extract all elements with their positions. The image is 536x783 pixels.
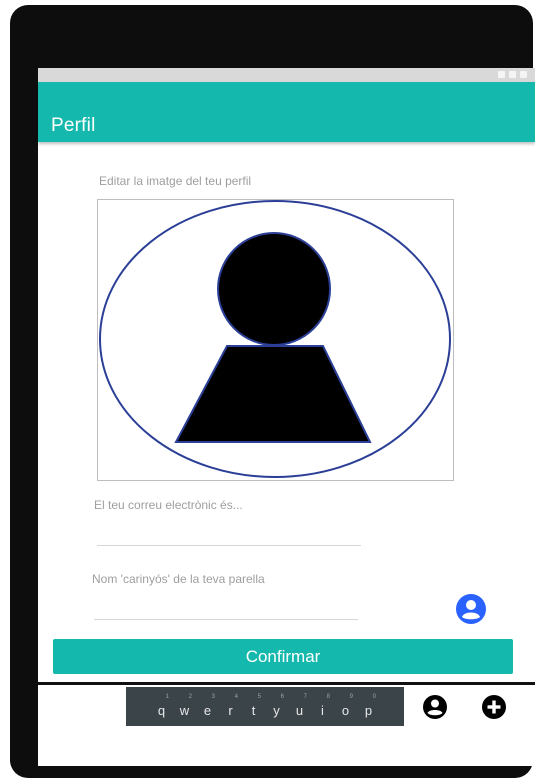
keyboard-key[interactable]: 5t — [243, 692, 264, 722]
key-hint: 1 — [165, 693, 169, 700]
confirm-button[interactable]: Confirmar — [53, 639, 513, 674]
key-hint: 5 — [257, 693, 261, 700]
key-hint: 7 — [303, 693, 307, 700]
email-field[interactable] — [97, 545, 361, 546]
key-char: p — [364, 702, 373, 718]
battery-icon — [520, 71, 527, 78]
key-char: t — [251, 702, 256, 718]
key-char: i — [321, 702, 324, 718]
add-button[interactable] — [480, 693, 508, 721]
keyboard-key[interactable]: 7u — [289, 692, 310, 722]
keyboard-key[interactable]: 9o — [335, 692, 356, 722]
account-button[interactable] — [421, 693, 449, 721]
key-hint: 0 — [372, 693, 376, 700]
device-frame: Perfil Editar la imatge del teu perfil E… — [10, 5, 535, 778]
nickname-avatar-button[interactable] — [453, 591, 489, 627]
keyboard-key[interactable]: 0p — [358, 692, 379, 722]
keyboard-key[interactable]: 2w — [174, 692, 195, 722]
status-bar — [38, 68, 535, 82]
app-screen: Perfil Editar la imatge del teu perfil E… — [38, 68, 535, 766]
profile-image-label: Editar la imatge del teu perfil — [99, 174, 252, 188]
key-char: r — [228, 702, 233, 718]
account-circle-icon — [423, 695, 447, 719]
add-circle-icon — [482, 695, 506, 719]
page-title: Perfil — [51, 115, 96, 136]
account-circle-icon — [456, 594, 486, 624]
keyboard-divider — [38, 682, 535, 685]
key-hint: 9 — [349, 693, 353, 700]
nickname-label: Nom 'carinyós' de la teva parella — [92, 572, 265, 586]
key-hint: 3 — [211, 693, 215, 700]
key-char: o — [341, 702, 350, 718]
keyboard-key[interactable]: 4r — [220, 692, 241, 722]
status-icons — [498, 71, 527, 78]
keyboard-key[interactable]: 6y — [266, 692, 287, 722]
keyboard-key[interactable]: 3e — [197, 692, 218, 722]
key-hint: 2 — [188, 693, 192, 700]
key-char: w — [179, 702, 190, 718]
key-char: u — [295, 702, 304, 718]
wifi-icon — [509, 71, 516, 78]
signal-icon — [498, 71, 505, 78]
key-char: y — [273, 702, 280, 718]
app-bar: Perfil — [38, 82, 535, 142]
key-hint: 6 — [280, 693, 284, 700]
keyboard-row: 1q2w3e4r5t6y7u8i9o0p — [126, 687, 404, 726]
key-hint: 4 — [234, 693, 238, 700]
person-silhouette-icon — [99, 200, 451, 478]
keyboard-key[interactable]: 1q — [151, 692, 172, 722]
keyboard-key[interactable]: 8i — [312, 692, 333, 722]
key-char: e — [203, 702, 212, 718]
nickname-field[interactable] — [94, 619, 358, 620]
key-hint: 8 — [326, 693, 330, 700]
email-label: El teu correu electrònic és... — [94, 498, 243, 512]
profile-image-picker[interactable] — [97, 199, 454, 481]
key-char: q — [157, 702, 166, 718]
